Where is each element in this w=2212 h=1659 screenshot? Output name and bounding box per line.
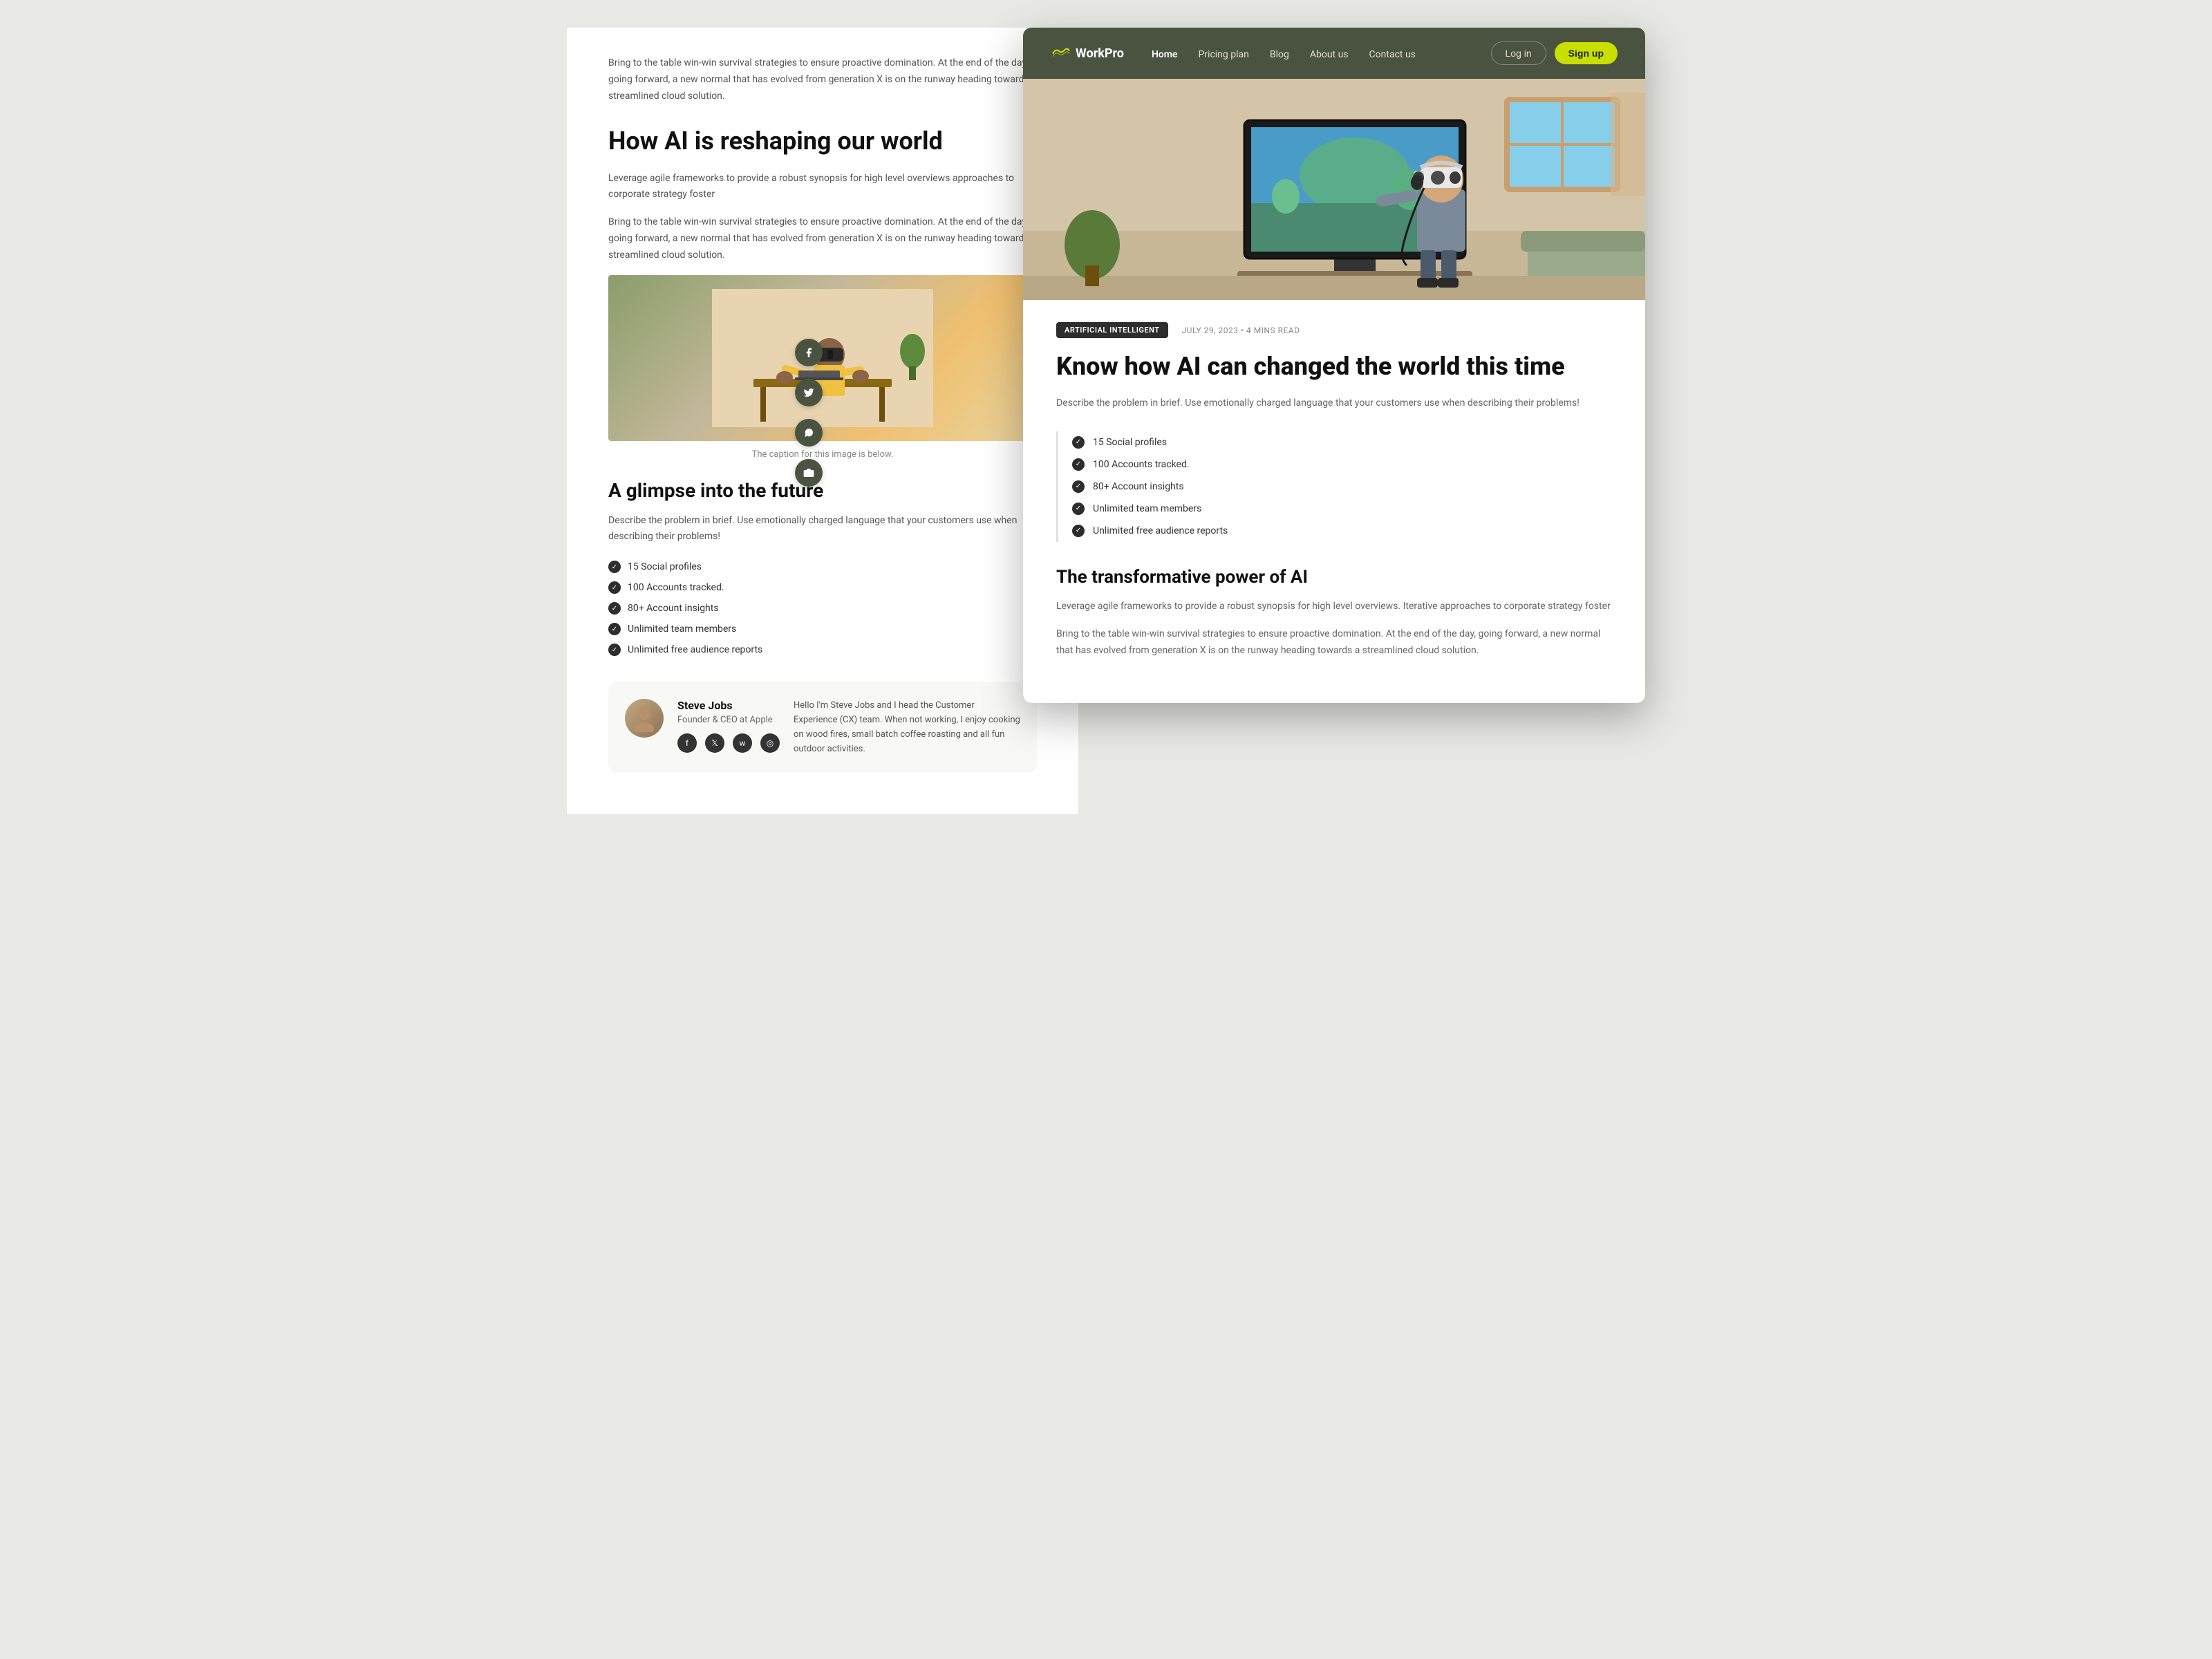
article-tag: ARTIFICIAL INTELLIGENT bbox=[1056, 322, 1168, 338]
avatar bbox=[625, 699, 664, 738]
navbar: WorkPro Home Pricing plan Blog About us … bbox=[1023, 28, 1645, 79]
check-icon-2 bbox=[608, 581, 621, 594]
article-meta: ARTIFICIAL INTELLIGENT JULY 29, 2023 • 4… bbox=[1056, 322, 1612, 338]
image-caption: The caption for this image is below. bbox=[608, 449, 1037, 460]
share-whatsapp-icon[interactable] bbox=[795, 419, 823, 447]
checklist-item: 80+ Account insights bbox=[608, 598, 1037, 619]
checklist-item: Unlimited team members bbox=[608, 619, 1037, 639]
logo-text: WorkPro bbox=[1076, 46, 1124, 61]
checklist-text-a5: Unlimited free audience reports bbox=[1093, 525, 1228, 536]
nav-item-blog[interactable]: Blog bbox=[1270, 47, 1289, 60]
check-icon-a5 bbox=[1072, 525, 1085, 537]
author-whatsapp-icon[interactable]: w bbox=[733, 733, 752, 753]
share-camera-icon[interactable] bbox=[795, 459, 823, 487]
nav-item-contact[interactable]: Contact us bbox=[1369, 47, 1416, 60]
back-article-panel: Bring to the table win-win survival stra… bbox=[567, 28, 1078, 814]
article-checklist-item-2: 100 Accounts tracked. bbox=[1072, 453, 1612, 476]
checklist-label-1: 15 Social profiles bbox=[628, 561, 702, 572]
login-button[interactable]: Log in bbox=[1491, 41, 1546, 65]
author-facebook-icon[interactable]: f bbox=[677, 733, 697, 753]
check-icon-a1 bbox=[1072, 436, 1085, 449]
checklist-label-3: 80+ Account insights bbox=[628, 603, 719, 614]
article-section-title: The transformative power of AI bbox=[1056, 567, 1612, 588]
share-twitter-icon[interactable] bbox=[795, 379, 823, 406]
nav-actions: Log in Sign up bbox=[1491, 41, 1618, 65]
back-article-image bbox=[608, 275, 1037, 441]
checklist-text-a1: 15 Social profiles bbox=[1093, 437, 1167, 448]
check-icon-1 bbox=[608, 561, 621, 573]
hero-image bbox=[1023, 79, 1645, 300]
author-bio: Hello I'm Steve Jobs and I head the Cust… bbox=[794, 699, 1020, 756]
nav-item-home[interactable]: Home bbox=[1152, 47, 1178, 60]
author-twitter-icon[interactable]: 𝕏 bbox=[705, 733, 724, 753]
nav-item-about[interactable]: About us bbox=[1310, 47, 1349, 60]
author-socials: f 𝕏 w ◎ bbox=[677, 733, 780, 753]
article-checklist: 15 Social profiles 100 Accounts tracked.… bbox=[1056, 431, 1612, 542]
checklist-item: 100 Accounts tracked. bbox=[608, 577, 1037, 598]
checklist-item: Unlimited free audience reports bbox=[608, 639, 1037, 660]
checklist-label-2: 100 Accounts tracked. bbox=[628, 582, 724, 593]
nav-links: Home Pricing plan Blog About us Contact … bbox=[1152, 47, 1463, 60]
check-icon-3 bbox=[608, 602, 621, 615]
article-content: ARTIFICIAL INTELLIGENT JULY 29, 2023 • 4… bbox=[1023, 300, 1645, 703]
intro-text: Bring to the table win-win survival stra… bbox=[608, 55, 1037, 104]
author-card: Steve Jobs Founder & CEO at Apple f 𝕏 w bbox=[608, 682, 1037, 773]
article-checklist-item-3: 80+ Account insights bbox=[1072, 476, 1612, 498]
nav-link-about: About us bbox=[1310, 49, 1349, 60]
check-icon-a3 bbox=[1072, 480, 1085, 493]
signup-button[interactable]: Sign up bbox=[1555, 42, 1618, 64]
back-heading-1: How AI is reshaping our world bbox=[608, 126, 1037, 156]
article-checklist-item-4: Unlimited team members bbox=[1072, 498, 1612, 520]
logo-icon bbox=[1051, 46, 1070, 60]
back-heading-2: A glimpse into the future bbox=[608, 479, 1037, 502]
back-checklist: 15 Social profiles 100 Accounts tracked.… bbox=[608, 556, 1037, 660]
back-body-2: Bring to the table win-win survival stra… bbox=[608, 214, 1037, 263]
back-body-3: Describe the problem in brief. Use emoti… bbox=[608, 513, 1037, 546]
checklist-text-a3: 80+ Account insights bbox=[1093, 481, 1184, 492]
nav-link-blog: Blog bbox=[1270, 49, 1289, 60]
check-icon-a2 bbox=[1072, 458, 1085, 471]
article-body-1: Leverage agile frameworks to provide a r… bbox=[1056, 599, 1612, 615]
article-description: Describe the problem in brief. Use emoti… bbox=[1056, 395, 1612, 412]
author-instagram-icon[interactable]: ◎ bbox=[760, 733, 780, 753]
check-icon-5 bbox=[608, 644, 621, 656]
article-title: Know how AI can changed the world this t… bbox=[1056, 352, 1612, 382]
author-role: Founder & CEO at Apple bbox=[677, 715, 780, 725]
share-facebook-icon[interactable] bbox=[795, 339, 823, 366]
nav-item-pricing[interactable]: Pricing plan bbox=[1198, 47, 1248, 60]
nav-link-contact: Contact us bbox=[1369, 49, 1416, 60]
article-checklist-item-5: Unlimited free audience reports bbox=[1072, 520, 1612, 542]
checklist-item: 15 Social profiles bbox=[608, 556, 1037, 577]
logo[interactable]: WorkPro bbox=[1051, 46, 1124, 61]
nav-link-home: Home bbox=[1152, 49, 1178, 60]
checklist-label-4: Unlimited team members bbox=[628, 624, 736, 635]
checklist-text-a2: 100 Accounts tracked. bbox=[1093, 459, 1190, 470]
back-body-1: Leverage agile frameworks to provide a r… bbox=[608, 171, 1037, 204]
front-article-panel: WorkPro Home Pricing plan Blog About us … bbox=[1023, 28, 1645, 703]
checklist-label-5: Unlimited free audience reports bbox=[628, 644, 762, 655]
nav-link-pricing: Pricing plan bbox=[1198, 49, 1248, 60]
check-icon-4 bbox=[608, 623, 621, 635]
author-name: Steve Jobs bbox=[677, 699, 780, 712]
check-icon-a4 bbox=[1072, 503, 1085, 515]
article-date: JULY 29, 2023 • 4 MINS READ bbox=[1182, 326, 1300, 335]
article-area: ARTIFICIAL INTELLIGENT JULY 29, 2023 • 4… bbox=[1023, 79, 1645, 703]
article-checklist-item-1: 15 Social profiles bbox=[1072, 431, 1612, 453]
checklist-text-a4: Unlimited team members bbox=[1093, 503, 1201, 514]
article-body-2: Bring to the table win-win survival stra… bbox=[1056, 626, 1612, 659]
